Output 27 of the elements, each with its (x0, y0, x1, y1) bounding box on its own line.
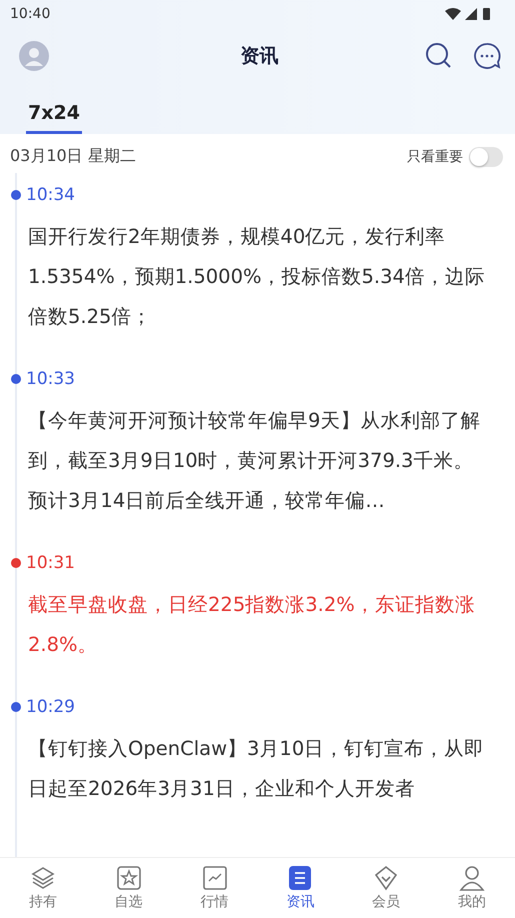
page-title: 资讯 (240, 44, 278, 69)
toggle-switch[interactable] (469, 146, 503, 166)
search-icon[interactable] (425, 42, 453, 70)
date-label: 03月10日 星期二 (10, 146, 136, 167)
news-time: 10:29 (26, 697, 75, 717)
chat-bubble-icon[interactable] (473, 42, 501, 70)
news-time: 10:34 (26, 185, 75, 205)
news-text[interactable]: 【钉钉接入OpenClaw】3月10日，钉钉宣布，从即日起至2026年3月31日，企业和个人开发者 (17, 729, 491, 809)
news-text[interactable]: 【今年黄河开河预计较常年偏早9天】从水利部了解到，截至3月9日10时，黄河累计开河379.3千米。预计3月14日前后全线开通，较常年偏… (17, 401, 491, 521)
nav-tab[interactable]: 行情 (172, 858, 258, 918)
status-time: 10:40 (10, 6, 50, 22)
nav-tab[interactable]: 资讯 (257, 858, 344, 918)
person-icon (459, 865, 486, 891)
news-time: 10:31 (26, 553, 75, 573)
nav-tab[interactable]: 自选 (86, 858, 172, 918)
news-time: 10:33 (26, 369, 75, 389)
news-text[interactable]: 国开行发行2年期债券，规模40亿元，发行利率1.5354%，预期1.5000%，投标倍数5.34倍，边际倍数5.25倍； (17, 217, 491, 337)
tab[interactable]: 7x24 (26, 84, 82, 134)
diamond-icon (373, 865, 400, 891)
nav-tab[interactable]: 我的 (429, 858, 515, 918)
nav-tab[interactable]: 会员 (343, 858, 430, 918)
nav-tab[interactable]: 持有 (0, 858, 86, 918)
filter-label: 只看重要 (407, 148, 463, 166)
chart-icon (202, 865, 228, 891)
layers-icon (30, 865, 56, 891)
news-text[interactable]: 截至早盘收盘，日经225指数涨3.2%，东证指数涨2.8%。 (17, 585, 491, 665)
document-icon (287, 865, 314, 891)
